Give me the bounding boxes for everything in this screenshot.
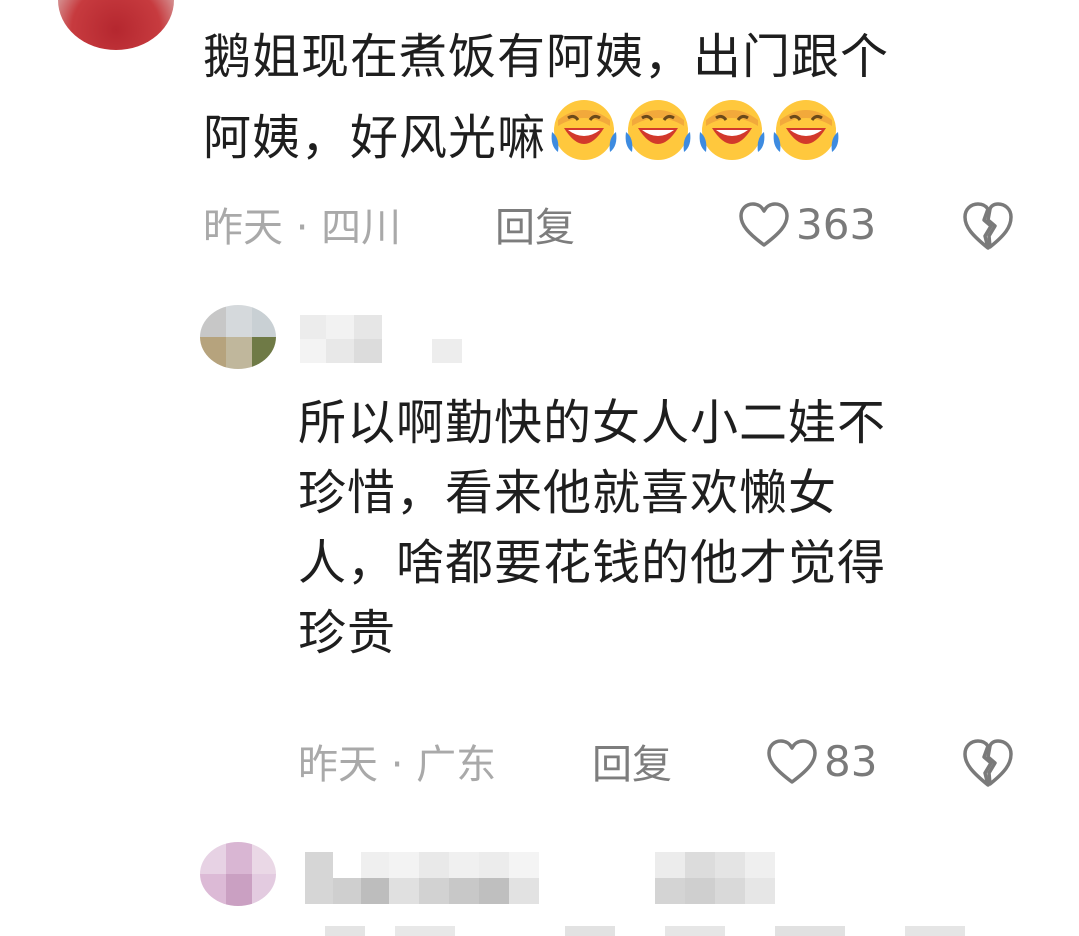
broken-heart-icon <box>963 739 1013 787</box>
laugh-cry-emoji-icon <box>551 100 617 160</box>
meta-separator: · <box>295 205 309 251</box>
comment-line: 珍惜，看来他就喜欢懒女 <box>298 465 838 521</box>
comment-meta: 昨天 · 四川 <box>203 203 401 253</box>
username-redacted[interactable] <box>305 852 805 904</box>
comment-time: 昨天 <box>298 742 378 788</box>
comment-location: 广东 <box>416 742 497 788</box>
comment-line: 阿姨，好风光嘛 <box>203 110 547 166</box>
comment-line: 所以啊勤快的女人小二娃不 <box>298 395 887 451</box>
comment-line: 鹅姐现在煮饭有阿姨，出门跟个 <box>203 29 890 85</box>
comment-location: 四川 <box>321 205 402 251</box>
reply-button[interactable]: 回复 <box>495 203 575 253</box>
like-count: 363 <box>796 200 877 249</box>
avatar[interactable] <box>200 842 276 906</box>
comment-line: 人，啥都要花钱的他才觉得 <box>298 535 887 591</box>
dislike-button[interactable] <box>962 737 1014 793</box>
meta-separator: · <box>390 742 404 788</box>
comment-line: 珍贵 <box>298 605 397 661</box>
comment-meta: 昨天 · 广东 <box>298 740 496 790</box>
comment-text-redacted <box>305 920 1005 936</box>
like-button[interactable]: 363 <box>738 200 876 249</box>
reply-button[interactable]: 回复 <box>592 740 672 790</box>
laugh-cry-emoji-icon <box>625 100 691 160</box>
laugh-cry-emoji-icon <box>699 100 765 160</box>
heart-icon <box>739 201 789 247</box>
comment-thread: 鹅姐现在煮饭有阿姨，出门跟个 阿姨，好风光嘛 昨天 · 四川 回复 363 所以… <box>0 0 1079 936</box>
dislike-button[interactable] <box>962 200 1014 256</box>
comment-time: 昨天 <box>203 205 283 251</box>
comment-text: 鹅姐现在煮饭有阿姨，出门跟个 阿姨，好风光嘛 <box>203 22 1033 183</box>
laugh-cry-emoji-icon <box>773 100 839 160</box>
like-button[interactable]: 83 <box>766 737 877 786</box>
avatar[interactable] <box>200 305 276 369</box>
username-redacted[interactable] <box>300 315 470 363</box>
emoji-group <box>546 92 842 183</box>
comment-text: 所以啊勤快的女人小二娃不 珍惜，看来他就喜欢懒女 人，啥都要花钱的他才觉得 珍贵 <box>298 388 1018 668</box>
avatar[interactable] <box>58 0 174 50</box>
heart-icon <box>767 738 817 784</box>
comment-line-with-emoji: 阿姨，好风光嘛 <box>203 92 1033 183</box>
like-count: 83 <box>824 737 878 786</box>
broken-heart-icon <box>963 202 1013 250</box>
